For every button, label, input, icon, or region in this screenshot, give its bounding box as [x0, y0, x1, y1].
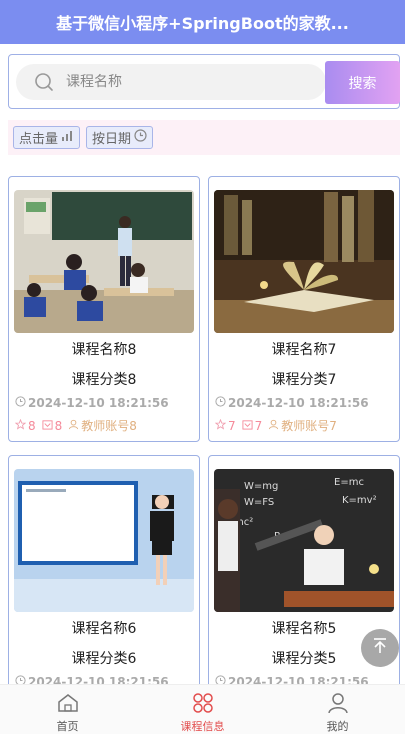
- course-image-book: [214, 190, 394, 333]
- search-panel: 搜索: [8, 54, 400, 109]
- course-category: 课程分类7: [271, 372, 337, 388]
- sort-by-date-label: 按日期: [92, 132, 132, 147]
- course-category: 课程分类6: [71, 651, 137, 667]
- clock-icon: [134, 129, 147, 146]
- user-icon: [327, 693, 349, 716]
- star-icon: [214, 418, 227, 433]
- course-image-science: W=mgW=FS mc²E=mc K=mv²P=: [214, 469, 394, 612]
- tab-course-info[interactable]: 课程信息: [135, 685, 270, 734]
- course-date: 2024-12-10 18:21:56: [15, 396, 169, 410]
- course-title: 课程名称8: [71, 342, 137, 358]
- tab-bar: 首页 课程信息 我的: [0, 684, 405, 734]
- search-field[interactable]: [16, 64, 326, 100]
- clock-icon: [15, 396, 26, 410]
- star-icon: [14, 418, 27, 433]
- home-icon: [57, 693, 79, 716]
- search-button[interactable]: 搜索: [325, 61, 400, 104]
- course-date-text: 2024-12-10 18:21:56: [228, 396, 369, 410]
- svg-text:K=mv²: K=mv²: [342, 495, 377, 506]
- favorite-icon: [242, 419, 253, 433]
- svg-text:E=mc: E=mc: [334, 477, 364, 488]
- course-title: 课程名称6: [71, 621, 137, 637]
- back-to-top-button[interactable]: [361, 629, 399, 667]
- bar-chart-icon: [61, 130, 74, 146]
- clock-icon: [215, 396, 226, 410]
- tab-mine[interactable]: 我的: [270, 685, 405, 734]
- search-input[interactable]: [62, 67, 302, 97]
- course-card[interactable]: W=mgW=FS mc²E=mc K=mv²P= 课程名称5 课程分类5 202…: [208, 455, 400, 721]
- sort-by-clicks-label: 点击量: [19, 132, 59, 147]
- arrow-up-icon: [371, 637, 389, 659]
- course-stats: 8 8 教师账号8: [14, 417, 137, 434]
- svg-text:W=FS: W=FS: [244, 497, 274, 508]
- tab-home-label: 首页: [56, 720, 79, 733]
- likes-count: 7: [228, 418, 236, 433]
- svg-text:W=mg: W=mg: [244, 481, 278, 492]
- teacher-account: 教师账号8: [81, 419, 137, 433]
- course-category: 课程分类8: [71, 372, 137, 388]
- course-date: 2024-12-10 18:21:56: [215, 396, 369, 410]
- app-header: 基于微信小程序+SpringBoot的家教...: [0, 0, 405, 44]
- user-icon: [268, 419, 279, 433]
- sort-bar: 点击量 按日期: [8, 120, 400, 155]
- user-icon: [68, 419, 79, 433]
- tab-home[interactable]: 首页: [0, 685, 135, 734]
- course-image-classroom: [14, 190, 194, 333]
- favorites-count: 7: [254, 418, 263, 433]
- course-card[interactable]: 课程名称6 课程分类6 2024-12-10 18:21:56: [8, 455, 200, 721]
- search-icon: [26, 64, 62, 100]
- favorite-icon: [42, 419, 53, 433]
- course-card[interactable]: 课程名称8 课程分类8 2024-12-10 18:21:56 8 8 教师账号…: [8, 176, 200, 442]
- page-title: 基于微信小程序+SpringBoot的家教...: [56, 14, 349, 33]
- tab-course-info-label: 课程信息: [180, 720, 225, 733]
- course-icon: [192, 693, 214, 716]
- course-image-presenter: [14, 469, 194, 612]
- likes-count: 8: [28, 418, 36, 433]
- tab-mine-label: 我的: [326, 720, 349, 733]
- course-date-text: 2024-12-10 18:21:56: [28, 396, 169, 410]
- course-title: 课程名称7: [271, 342, 337, 358]
- sort-by-clicks-button[interactable]: 点击量: [13, 126, 81, 149]
- course-card[interactable]: 课程名称7 课程分类7 2024-12-10 18:21:56 7 7 教师账号…: [208, 176, 400, 442]
- favorites-count: 8: [54, 418, 63, 433]
- sort-by-date-button[interactable]: 按日期: [86, 126, 154, 149]
- teacher-account: 教师账号7: [281, 419, 337, 433]
- course-stats: 7 7 教师账号7: [214, 417, 337, 434]
